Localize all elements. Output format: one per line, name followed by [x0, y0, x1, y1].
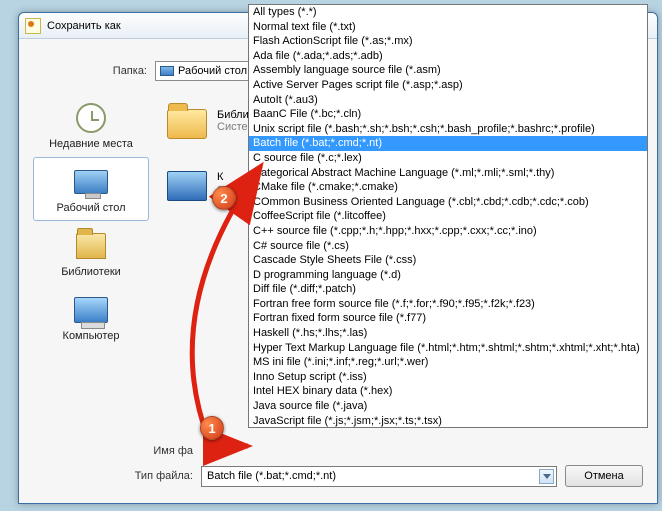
filetype-option[interactable]: Categorical Abstract Machine Language (*…	[249, 166, 647, 181]
filetype-option[interactable]: All types (*.*)	[249, 5, 647, 20]
filetype-option[interactable]: Inno Setup script (*.iss)	[249, 370, 647, 385]
filetype-option[interactable]: Cascade Style Sheets File (*.css)	[249, 253, 647, 268]
filetype-option[interactable]: Normal text file (*.txt)	[249, 20, 647, 35]
filetype-dropdown[interactable]: All types (*.*)Normal text file (*.txt)F…	[248, 4, 648, 428]
filetype-option[interactable]: MS ini file (*.ini;*.inf;*.reg;*.url;*.w…	[249, 355, 647, 370]
window-title: Сохранить как	[47, 20, 121, 32]
filetype-option[interactable]: Fortran free form source file (*.f;*.for…	[249, 297, 647, 312]
filetype-option[interactable]: C# source file (*.cs)	[249, 239, 647, 254]
chevron-down-icon[interactable]	[539, 469, 554, 484]
filetype-option[interactable]: JavaScript file (*.js;*.jsm;*.jsx;*.ts;*…	[249, 414, 647, 428]
place-computer-label: Компьютер	[63, 330, 120, 342]
filetype-option[interactable]: Assembly language source file (*.asm)	[249, 63, 647, 78]
filetype-option[interactable]: Active Server Pages script file (*.asp;*…	[249, 78, 647, 93]
filetype-option[interactable]: C source file (*.c;*.lex)	[249, 151, 647, 166]
annotation-marker-2: 2	[212, 186, 236, 210]
desktop-icon	[160, 66, 174, 76]
place-recent-label: Недавние места	[49, 138, 133, 150]
filetype-label: Тип файла:	[125, 470, 193, 482]
folder-combo[interactable]: Рабочий стол	[155, 61, 255, 81]
save-icon	[25, 18, 41, 34]
folder-row: Папка: Рабочий стол	[103, 61, 255, 81]
filetype-option[interactable]: C++ source file (*.cpp;*.h;*.hpp;*.hxx;*…	[249, 224, 647, 239]
filetype-option[interactable]: Haskell (*.hs;*.lhs;*.las)	[249, 326, 647, 341]
computer-icon	[167, 171, 207, 201]
clock-icon	[76, 103, 106, 133]
filetype-value: Batch file (*.bat;*.cmd;*.nt)	[207, 470, 336, 482]
filetype-option[interactable]: AutoIt (*.au3)	[249, 93, 647, 108]
filename-label: Имя фа	[125, 445, 193, 457]
filetype-option[interactable]: BaanC File (*.bc;*.cln)	[249, 107, 647, 122]
place-libraries[interactable]: Библиотеки	[33, 221, 149, 285]
filetype-option[interactable]: Batch file (*.bat;*.cmd;*.nt)	[249, 136, 647, 151]
annotation-marker-1: 1	[200, 416, 224, 440]
filetype-option[interactable]: CMake file (*.cmake;*.cmake)	[249, 180, 647, 195]
filetype-option[interactable]: Intel HEX binary data (*.hex)	[249, 384, 647, 399]
folder-label: Папка:	[103, 65, 147, 77]
folder-icon	[76, 233, 106, 259]
place-desktop[interactable]: Рабочий стол	[33, 157, 149, 221]
place-desktop-label: Рабочий стол	[56, 202, 125, 214]
filetype-option[interactable]: Flash ActionScript file (*.as;*.mx)	[249, 34, 647, 49]
place-recent[interactable]: Недавние места	[33, 93, 149, 157]
filetype-option[interactable]: Hyper Text Markup Language file (*.html;…	[249, 341, 647, 356]
filetype-combo[interactable]: Batch file (*.bat;*.cmd;*.nt)	[201, 466, 557, 487]
computer-icon	[74, 297, 108, 323]
folder-icon	[167, 109, 207, 139]
cancel-button[interactable]: Отмена	[565, 465, 643, 487]
place-libraries-label: Библиотеки	[61, 266, 121, 278]
bottom-controls: Имя фа Тип файла: Batch file (*.bat;*.cm…	[125, 437, 643, 487]
filetype-option[interactable]: Diff file (*.diff;*.patch)	[249, 282, 647, 297]
place-computer[interactable]: Компьютер	[33, 285, 149, 349]
filetype-option[interactable]: D programming language (*.d)	[249, 268, 647, 283]
filetype-option[interactable]: Ada file (*.ada;*.ads;*.adb)	[249, 49, 647, 64]
places-bar: Недавние места Рабочий стол Библиотеки К…	[33, 93, 149, 349]
filetype-option[interactable]: COmmon Business Oriented Language (*.cbl…	[249, 195, 647, 210]
filetype-option[interactable]: Unix script file (*.bash;*.sh;*.bsh;*.cs…	[249, 122, 647, 137]
monitor-icon	[74, 170, 108, 194]
filetype-option[interactable]: Fortran fixed form source file (*.f77)	[249, 311, 647, 326]
filetype-option[interactable]: Java source file (*.java)	[249, 399, 647, 414]
folder-value: Рабочий стол	[178, 65, 247, 77]
filetype-option[interactable]: CoffeeScript file (*.litcoffee)	[249, 209, 647, 224]
